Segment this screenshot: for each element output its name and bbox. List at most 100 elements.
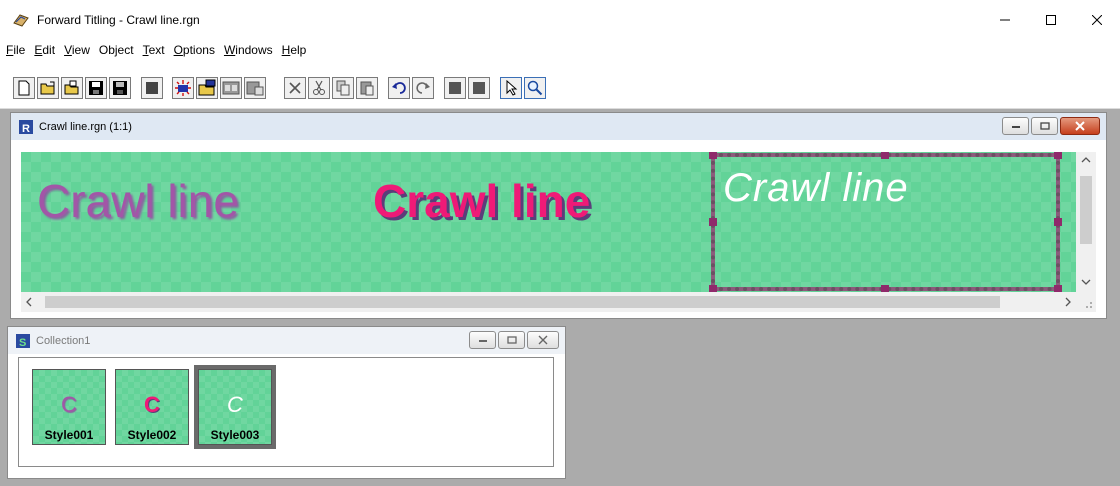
scroll-up-icon[interactable]: [1081, 156, 1091, 164]
effect-button[interactable]: [172, 77, 194, 99]
scroll-right-icon[interactable]: [1064, 297, 1072, 307]
menu-edit[interactable]: Edit: [30, 39, 60, 61]
menu-view-label: iew: [71, 43, 90, 57]
menu-file-label: ile: [13, 43, 26, 57]
svg-text:R: R: [22, 123, 30, 135]
redo-button[interactable]: [412, 77, 434, 99]
close-button[interactable]: [1074, 0, 1120, 39]
collection-minimize-button[interactable]: [469, 331, 496, 349]
open-project-button[interactable]: [61, 77, 83, 99]
svg-text:S: S: [19, 337, 26, 349]
collection-maximize-button[interactable]: [498, 331, 525, 349]
pointer-tool-button[interactable]: [500, 77, 522, 99]
rgn-file-icon: R: [19, 119, 33, 135]
document-maximize-button[interactable]: [1031, 117, 1058, 135]
resize-handle-bottom-left[interactable]: [709, 285, 717, 292]
horizontal-scroll-thumb[interactable]: [45, 296, 1000, 308]
menu-windows[interactable]: Windows: [220, 39, 278, 61]
minimize-icon: [478, 340, 487, 342]
paste-button[interactable]: [356, 77, 378, 99]
block-a-icon: [449, 82, 461, 94]
new-button[interactable]: [13, 77, 35, 99]
menu-text-label: ext: [148, 43, 165, 57]
pointer-icon: [506, 80, 518, 96]
block-b-icon: [473, 82, 485, 94]
horizontal-scrollbar[interactable]: [21, 292, 1076, 312]
menu-windows-label: indows: [235, 43, 273, 57]
style-preview-glyph: C: [227, 392, 243, 417]
delete-icon: [289, 82, 301, 94]
menu-view[interactable]: View: [60, 39, 95, 61]
cut-button[interactable]: [308, 77, 330, 99]
vertical-scrollbar[interactable]: [1076, 152, 1096, 292]
scroll-down-icon[interactable]: [1081, 278, 1091, 286]
minimize-icon: [1011, 126, 1020, 128]
undo-button[interactable]: [388, 77, 410, 99]
close-icon: [1092, 14, 1102, 25]
crawl-text-style2[interactable]: Crawl line: [373, 174, 590, 228]
toolbar: [0, 61, 1120, 109]
resize-handle-top[interactable]: [881, 152, 889, 159]
crawl-text-style1[interactable]: Crawl line: [37, 174, 239, 228]
save-all-button[interactable]: [109, 77, 131, 99]
resize-handle-left[interactable]: [709, 218, 717, 226]
menu-edit-label: dit: [42, 43, 56, 57]
size-grip[interactable]: [1076, 292, 1096, 312]
minimize-button[interactable]: [982, 0, 1028, 39]
document-title-bar[interactable]: R Crawl line.rgn (1:1): [11, 113, 1106, 140]
title-canvas[interactable]: Crawl line Crawl line Crawl line: [21, 152, 1076, 292]
stop-icon: [146, 82, 158, 94]
maximize-button[interactable]: [1028, 0, 1074, 39]
crawl-text-style3[interactable]: Crawl line: [723, 166, 909, 211]
style-label: Style003: [210, 428, 260, 442]
document-minimize-button[interactable]: [1002, 117, 1029, 135]
import-image-button[interactable]: [196, 77, 218, 99]
save-icon: [89, 81, 103, 95]
resize-handle-top-left[interactable]: [709, 152, 717, 159]
film-strip-icon: [222, 81, 240, 95]
size-grip-icon: [1086, 302, 1092, 308]
style-collection-icon: S: [16, 333, 30, 349]
collection-title-bar[interactable]: S Collection1: [8, 327, 565, 354]
style-preview-glyph: C: [61, 392, 77, 417]
vertical-scroll-thumb[interactable]: [1080, 176, 1092, 244]
menu-file[interactable]: File: [2, 39, 30, 61]
resize-handle-right[interactable]: [1054, 218, 1062, 226]
collection-close-button[interactable]: [527, 331, 559, 349]
paste-icon: [360, 81, 374, 96]
save-button[interactable]: [85, 77, 107, 99]
block-b-button[interactable]: [468, 77, 490, 99]
resize-handle-bottom[interactable]: [881, 285, 889, 292]
collection-title: Collection1: [36, 334, 91, 347]
cut-icon: [313, 80, 325, 95]
zoom-tool-button[interactable]: [524, 77, 546, 99]
scroll-left-icon[interactable]: [25, 297, 33, 307]
block-a-button[interactable]: [444, 77, 466, 99]
menu-object[interactable]: Object: [95, 39, 139, 61]
style-swatch-style001[interactable]: C Style001: [32, 369, 106, 445]
film-edit-button[interactable]: [244, 77, 266, 99]
style-label: Style002: [127, 428, 177, 442]
menu-options[interactable]: Options: [170, 39, 220, 61]
film-strip-button[interactable]: [220, 77, 242, 99]
open-button[interactable]: [37, 77, 59, 99]
copy-button[interactable]: [332, 77, 354, 99]
undo-icon: [392, 82, 406, 94]
resize-handle-bottom-right[interactable]: [1054, 285, 1062, 292]
style-swatch-style003[interactable]: C Style003: [194, 365, 276, 449]
maximize-icon: [1039, 122, 1050, 130]
open-folder-icon: [64, 80, 79, 95]
document-close-button[interactable]: [1060, 117, 1100, 135]
style-label: Style001: [44, 428, 94, 442]
document-title: Crawl line.rgn (1:1): [39, 120, 132, 133]
title-bar: Forward Titling - Crawl line.rgn: [0, 0, 1120, 39]
style-swatch-style002[interactable]: C Style002: [115, 369, 189, 445]
menu-help[interactable]: Help: [278, 39, 312, 61]
delete-button[interactable]: [284, 77, 306, 99]
menu-help-label: elp: [290, 43, 307, 57]
resize-handle-top-right[interactable]: [1054, 152, 1062, 159]
menu-text[interactable]: Text: [139, 39, 170, 61]
mdi-client-area: R Crawl line.rgn (1:1) Crawl line Crawl …: [0, 109, 1120, 486]
stop-button[interactable]: [141, 77, 163, 99]
menu-bar: File Edit View Object Text Options Windo…: [0, 39, 1120, 61]
